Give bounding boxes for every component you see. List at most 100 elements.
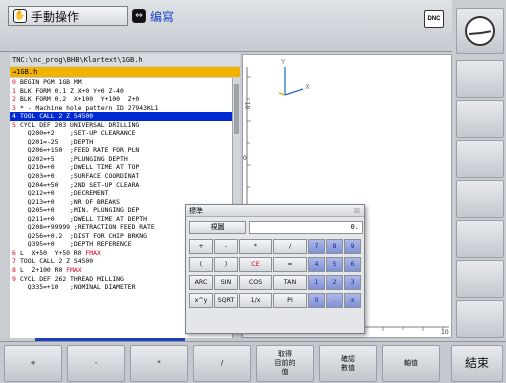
line-number: 0	[12, 78, 16, 86]
line-text: BLK FORM 0.1 Z X+0 Y+0 Z-40	[20, 86, 124, 95]
line-text: * - Machine hole pattern ID 27943KL1	[20, 103, 159, 112]
softkey-label: 目前的	[274, 359, 296, 367]
right-softkey-8[interactable]	[456, 300, 504, 338]
program-line[interactable]: Q212=+0 ;DECREMENT	[10, 189, 232, 198]
bottom-softkey-bar: + - * / 取得 目前的值確認 數值 軸值 結束	[0, 341, 506, 383]
program-line[interactable]: Q201=-25 ;DEPTH	[10, 138, 232, 147]
program-line[interactable]: 3 * - Machine hole pattern ID 27943KL1	[10, 104, 232, 113]
right-softkey-bar	[453, 0, 506, 340]
calc-key[interactable]: 5	[326, 257, 343, 272]
calc-key[interactable]: /	[273, 239, 307, 254]
program-line[interactable]: Q204=+50 ;2ND SET-UP CLEARA	[10, 181, 232, 190]
program-line[interactable]: Q202=+5 ;PLUNGING DEPTH	[10, 155, 232, 164]
calc-key[interactable]: 4	[308, 257, 325, 272]
close-icon[interactable]: ☒	[354, 205, 360, 217]
calc-key[interactable]: ±	[344, 293, 361, 308]
active-file-bar[interactable]: →1GB.h	[10, 67, 240, 77]
machine-mode-label: 手動操作	[31, 9, 80, 24]
calc-key[interactable]: COS	[239, 275, 272, 290]
graphic-x-axis-label: X	[305, 83, 310, 91]
clock-icon	[465, 16, 495, 46]
calc-key[interactable]: 8	[326, 239, 343, 254]
calc-key[interactable]: )	[214, 257, 238, 272]
calculator-display: 0.	[249, 221, 363, 234]
calc-key[interactable]: x^y	[189, 293, 213, 308]
calculator-view-button[interactable]: 視圖	[189, 221, 246, 234]
calc-key[interactable]: 1	[308, 275, 325, 290]
softkey-label: 結束	[464, 356, 489, 370]
line-text: Q211=+0 ;DWELL TIME AT DEPTH	[20, 214, 147, 223]
graphic-y-axis-label: Y	[281, 58, 286, 66]
program-line[interactable]: 1 BLK FORM 0.1 Z X+0 Y+0 Z-40	[10, 87, 232, 96]
program-edit-icon: ⇔	[132, 9, 146, 23]
x-axis-arrow	[284, 88, 304, 96]
program-line[interactable]: Q203=+0 ;SURFACE COORDINAT	[10, 172, 232, 181]
line-text: Q204=+50 ;2ND SET-UP CLEARA	[20, 180, 140, 189]
line-keyword: FMAX	[66, 266, 82, 275]
main-area: TNC:\nc_prog\BHB\Klartext\1GB.h →1GB.h 0…	[10, 54, 452, 340]
softkey-label: /	[220, 359, 224, 367]
line-text: Q212=+0 ;DECREMENT	[20, 189, 109, 198]
calc-key[interactable]: ARC	[189, 275, 213, 290]
calc-key[interactable]: =	[273, 257, 307, 272]
right-softkey-7[interactable]	[456, 260, 504, 298]
clock-softkey[interactable]	[456, 8, 504, 54]
calculator-title-bar[interactable]: 標準 ☒	[186, 205, 364, 217]
bottom-softkey[interactable]: 軸值	[382, 345, 440, 382]
calc-key[interactable]: 9	[344, 239, 361, 254]
machine-mode-tab[interactable]: ✋ 手動操作	[8, 6, 128, 26]
calc-key[interactable]: 6	[344, 257, 361, 272]
right-softkey-5[interactable]	[456, 180, 504, 218]
program-line[interactable]: 0 BEGIN PGM 1GB MM	[10, 78, 232, 87]
calc-key[interactable]: 3	[344, 275, 361, 290]
calculator-dialog[interactable]: 標準 ☒ 視圖 0. + - */7 8 9 () CE = 4 5 6 ARC SIN COS TAN 1 2…	[185, 204, 365, 334]
calc-key[interactable]: *	[239, 239, 272, 254]
calc-key[interactable]: SIN	[214, 275, 238, 290]
top-header: ✋ 手動操作 ⇔ 编寫 DNC	[0, 0, 452, 52]
bottom-softkey[interactable]: 取得 目前的值	[256, 345, 314, 382]
bottom-softkey[interactable]: 確認 數值	[319, 345, 377, 382]
calc-key[interactable]: -	[214, 239, 238, 254]
calc-key[interactable]: 7	[308, 239, 325, 254]
right-softkey-6[interactable]	[456, 220, 504, 258]
calc-key[interactable]: TAN	[273, 275, 307, 290]
scroll-thumb[interactable]	[234, 84, 239, 134]
program-line[interactable]: Q210=+0 ;DWELL TIME AT TOP	[10, 163, 232, 172]
line-text: CYCL DEF 262 THREAD MILLING	[20, 274, 124, 283]
line-text: Q213=+0 ;NR OF BREAKS	[20, 197, 121, 206]
calc-key[interactable]: PI	[273, 293, 307, 308]
softkey-label: 數值	[341, 363, 355, 372]
line-text: Q256=+0.2 ;DIST FOR CHIP BRKNG	[20, 231, 147, 240]
program-line[interactable]: 2 BLK FORM 0.2 X+100 Y+100 Z+0	[10, 95, 232, 104]
program-line[interactable]: Q206=+150 ;FEED RATE FOR PLN	[10, 146, 232, 155]
calc-key[interactable]: CE	[239, 257, 272, 272]
programming-mode-tab[interactable]: ⇔ 编寫	[132, 6, 222, 26]
calc-key[interactable]: 0	[308, 293, 325, 308]
program-line[interactable]: 4 TOOL CALL 2 Z S4500	[10, 112, 232, 121]
right-softkey-2[interactable]	[456, 60, 504, 98]
line-number: 1	[12, 86, 16, 95]
ruler-y-top-label: 10	[243, 101, 251, 110]
bottom-softkey[interactable]: *	[130, 345, 188, 382]
bottom-softkey[interactable]: /	[193, 345, 251, 382]
bottom-softkey[interactable]: +	[4, 345, 62, 382]
right-softkey-4[interactable]	[456, 140, 504, 178]
calc-key[interactable]: 2	[326, 275, 343, 290]
calc-key[interactable]: SQRT	[214, 293, 238, 308]
calc-key[interactable]: +	[189, 239, 213, 254]
calc-key[interactable]: 1/x	[239, 293, 272, 308]
line-text: Q202=+5 ;PLUNGING DEPTH	[20, 154, 128, 163]
line-number: 9	[12, 274, 16, 283]
program-line[interactable]: 5 CYCL DEF 203 UNIVERSAL DRILLING	[10, 121, 232, 130]
program-path: TNC:\nc_prog\BHB\Klartext\1GB.h	[10, 54, 240, 66]
right-softkey-3[interactable]	[456, 100, 504, 138]
program-line[interactable]: Q200=+2 ;SET-UP CLEARANCE	[10, 129, 232, 138]
softkey-label: 確認	[341, 354, 355, 363]
line-text: Q335=+10 ;NOMINAL DIAMETER	[20, 283, 136, 292]
calc-key[interactable]: .	[326, 293, 343, 308]
bottom-softkey[interactable]: -	[67, 345, 125, 382]
bottom-softkey[interactable]: 結束	[451, 345, 503, 382]
line-number: 3	[12, 103, 16, 112]
calc-key[interactable]: (	[189, 257, 213, 272]
line-text: L X+50 Y+50 R0	[20, 248, 86, 257]
